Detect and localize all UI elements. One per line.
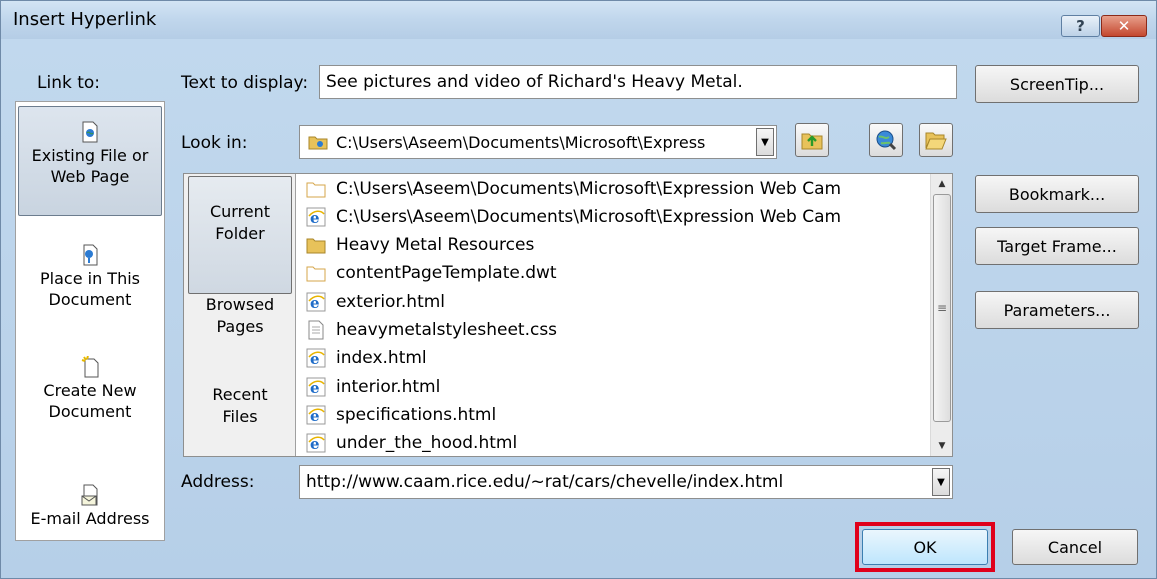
ie-html-icon: e xyxy=(306,405,326,425)
file-name: C:\Users\Aseem\Documents\Microsoft\Expre… xyxy=(336,178,842,199)
open-folder-icon xyxy=(925,132,947,150)
file-list-item[interactable]: heavymetalstylesheet.css xyxy=(306,317,557,344)
scroll-thumb[interactable]: ≡ xyxy=(933,194,951,422)
file-list-item[interactable]: e specifications.html xyxy=(306,401,496,428)
file-name: C:\Users\Aseem\Documents\Microsoft\Expre… xyxy=(336,206,842,227)
ie-html-icon: e xyxy=(306,433,326,453)
ie-html-icon: e xyxy=(306,348,326,368)
link-create-new-document[interactable]: Create New Document xyxy=(18,352,162,442)
link-item-line1: Place in This xyxy=(40,269,140,288)
file-list: C:\Users\Aseem\Documents\Microsoft\Expre… xyxy=(298,174,930,456)
address-field[interactable]: http://www.caam.rice.edu/~rat/cars/cheve… xyxy=(299,465,953,499)
file-list-item[interactable]: e under_the_hood.html xyxy=(306,430,517,456)
blank-folder-icon xyxy=(306,179,326,199)
cancel-button[interactable]: Cancel xyxy=(1012,529,1138,565)
tab-recent-files[interactable]: Recent Files xyxy=(188,384,292,454)
blank-folder-icon xyxy=(306,263,326,283)
globe-search-icon xyxy=(876,130,897,151)
link-place-in-document[interactable]: Place in This Document xyxy=(18,234,162,324)
browse-file-button[interactable] xyxy=(919,123,953,157)
look-in-label: Look in: xyxy=(181,133,248,153)
look-in-combo[interactable]: C:\Users\Aseem\Documents\Microsoft\Expre… xyxy=(299,125,777,159)
ie-html-icon: e xyxy=(306,207,326,227)
browse-web-button[interactable] xyxy=(869,123,903,157)
close-button[interactable]: ✕ xyxy=(1101,15,1147,37)
folder-icon xyxy=(308,136,328,150)
file-browser: Current Folder Browsed Pages Recent File… xyxy=(183,173,953,457)
vertical-scrollbar[interactable]: ▲ ≡ ▼ xyxy=(930,174,952,456)
view-tabs: Current Folder Browsed Pages Recent File… xyxy=(184,174,296,456)
link-item-line2: Web Page xyxy=(50,167,130,186)
file-name: under_the_hood.html xyxy=(336,433,518,454)
up-folder-icon xyxy=(801,133,823,150)
tab-line2: Pages xyxy=(216,317,264,336)
title-bar: Insert Hyperlink ? ✕ xyxy=(1,1,1156,39)
ok-button[interactable]: OK xyxy=(862,529,988,565)
file-list-item[interactable]: Heavy Metal Resources xyxy=(306,232,534,259)
file-name: specifications.html xyxy=(336,404,497,425)
link-existing-file[interactable]: Existing File or Web Page xyxy=(18,106,162,216)
file-list-item[interactable]: contentPageTemplate.dwt xyxy=(306,260,557,287)
tab-current-folder[interactable]: Current Folder xyxy=(188,176,292,294)
text-to-display-field[interactable]: See pictures and video of Richard's Heav… xyxy=(319,65,957,99)
file-list-item[interactable]: C:\Users\Aseem\Documents\Microsoft\Expre… xyxy=(306,175,841,202)
address-value: http://www.caam.rice.edu/~rat/cars/cheve… xyxy=(306,472,784,492)
help-button[interactable]: ? xyxy=(1061,15,1100,37)
bookmark-button[interactable]: Bookmark... xyxy=(975,175,1139,213)
link-item-line2: Document xyxy=(48,290,132,309)
tab-line1: Recent xyxy=(212,385,268,404)
ie-html-icon: e xyxy=(306,377,326,397)
file-name: contentPageTemplate.dwt xyxy=(336,263,557,284)
tab-line1: Browsed xyxy=(205,295,275,314)
screentip-button[interactable]: ScreenTip... xyxy=(975,65,1139,103)
link-item-line1: Existing File or xyxy=(31,146,149,165)
scroll-up-icon[interactable]: ▲ xyxy=(931,174,953,194)
file-name: interior.html xyxy=(336,376,441,397)
address-dropdown-arrow[interactable]: ▼ xyxy=(932,468,950,496)
link-email-address[interactable]: E-mail Address xyxy=(18,480,162,540)
tab-line1: Current xyxy=(209,202,271,221)
file-name: exterior.html xyxy=(336,291,446,312)
file-list-item[interactable]: e index.html xyxy=(306,345,427,372)
dialog-title: Insert Hyperlink xyxy=(13,9,157,30)
link-item-line1: Create New xyxy=(43,381,137,400)
document-place-icon xyxy=(83,244,98,266)
link-to-label: Link to: xyxy=(37,73,101,93)
new-document-icon xyxy=(81,356,99,378)
file-name: Heavy Metal Resources xyxy=(336,235,535,256)
look-in-dropdown-arrow[interactable]: ▼ xyxy=(756,128,774,156)
scroll-down-icon[interactable]: ▼ xyxy=(931,436,953,456)
tab-line2: Files xyxy=(222,407,258,426)
file-name: heavymetalstylesheet.css xyxy=(336,320,558,340)
tab-line2: Folder xyxy=(215,224,265,243)
text-file-icon xyxy=(306,320,326,340)
folder-icon xyxy=(306,235,326,255)
web-page-icon xyxy=(82,121,98,143)
link-item-line1: E-mail Address xyxy=(30,509,150,528)
file-name: index.html xyxy=(336,348,427,369)
target-frame-button[interactable]: Target Frame... xyxy=(975,227,1139,265)
file-list-item[interactable]: e C:\Users\Aseem\Documents\Microsoft\Expr… xyxy=(306,203,841,230)
email-icon xyxy=(81,484,98,506)
tab-browsed-pages[interactable]: Browsed Pages xyxy=(188,294,292,374)
file-list-item[interactable]: e interior.html xyxy=(306,373,440,400)
insert-hyperlink-dialog: Insert Hyperlink ? ✕ Link to: Existing F… xyxy=(0,0,1157,579)
parameters-button[interactable]: Parameters... xyxy=(975,291,1139,329)
text-to-display-label: Text to display: xyxy=(181,73,309,93)
ie-html-icon: e xyxy=(306,292,326,312)
file-list-item[interactable]: e exterior.html xyxy=(306,288,445,315)
address-label: Address: xyxy=(181,472,255,492)
link-to-panel: Existing File or Web Page Place in This … xyxy=(15,101,165,541)
link-item-line2: Document xyxy=(48,402,132,421)
up-folder-button[interactable] xyxy=(795,123,829,157)
look-in-value: C:\Users\Aseem\Documents\Microsoft\Expre… xyxy=(336,132,706,152)
